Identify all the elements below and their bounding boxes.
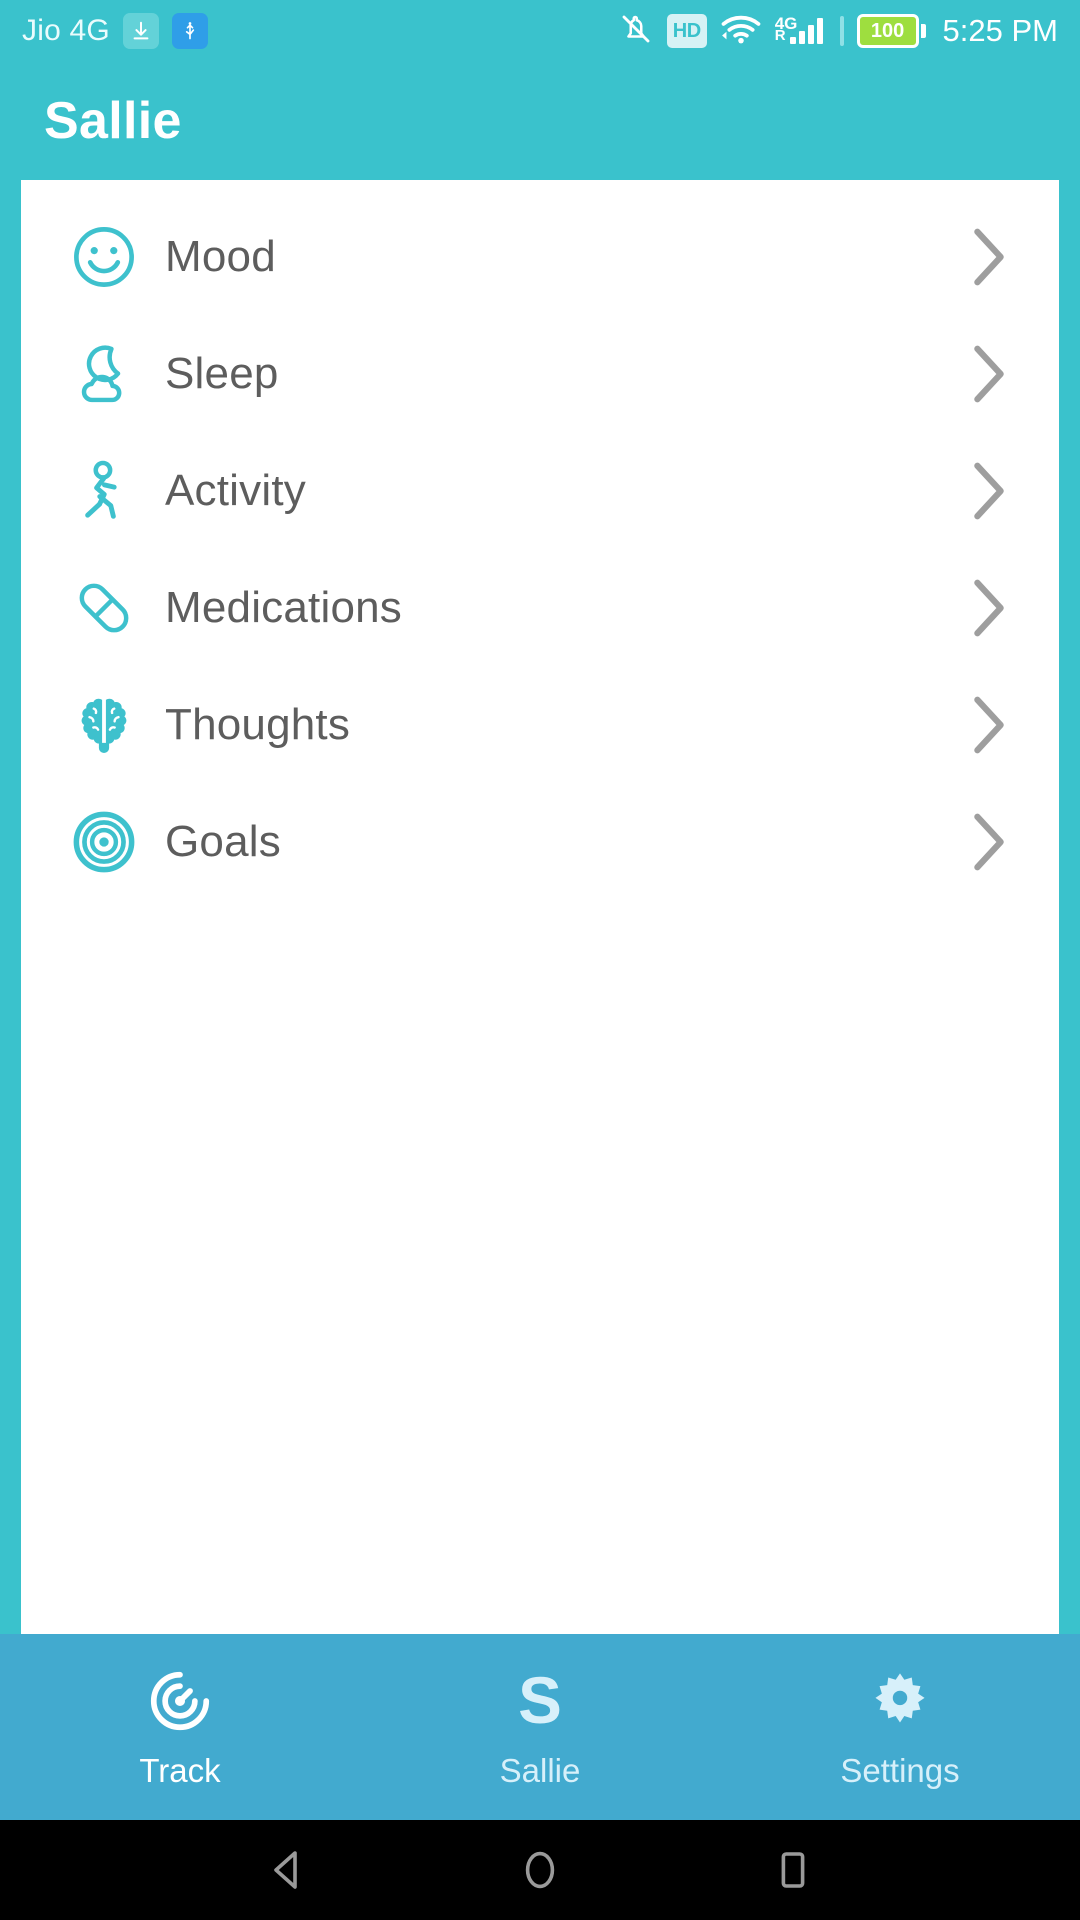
tab-label: Sallie <box>499 1752 581 1789</box>
wifi-icon <box>720 13 762 50</box>
letter-s-icon: S <box>505 1664 575 1738</box>
page-title: Sallie <box>44 92 182 150</box>
running-person-icon <box>65 457 143 525</box>
svg-text:S: S <box>518 1666 562 1736</box>
list-item-activity[interactable]: Activity <box>21 432 1059 549</box>
list-item-label: Thoughts <box>165 699 351 749</box>
app-header: Sallie <box>0 62 1080 180</box>
battery-tip <box>920 24 926 38</box>
status-bar: Jio 4G HD 4G R 100 5:25 PM <box>0 0 1080 62</box>
brain-icon <box>65 691 143 759</box>
pill-capsule-icon <box>65 574 143 642</box>
chevron-right-icon <box>967 341 1011 407</box>
list-item-mood[interactable]: Mood <box>21 198 1059 315</box>
android-navigation-bar <box>0 1820 1080 1920</box>
radar-spiral-icon <box>145 1664 215 1738</box>
clock-label: 5:25 PM <box>942 13 1058 48</box>
list-item-label: Sleep <box>165 348 279 398</box>
status-bar-right: HD 4G R 100 5:25 PM <box>618 11 1058 52</box>
bell-muted-icon <box>618 11 654 52</box>
list-item-medications[interactable]: Medications <box>21 549 1059 666</box>
tab-label: Track <box>139 1752 221 1789</box>
usb-icon <box>171 13 208 49</box>
signal-bars-icon: 4G R <box>775 14 823 44</box>
target-icon <box>65 808 143 876</box>
gear-icon <box>867 1664 933 1738</box>
tracker-list-card: Mood Sleep Activity Medications Thoughts… <box>21 180 1059 1634</box>
network-type-label: 4G <box>774 14 798 33</box>
tab-settings[interactable]: Settings <box>720 1634 1080 1820</box>
moon-cloud-icon <box>65 340 143 408</box>
status-divider <box>839 16 844 46</box>
tab-label: Settings <box>840 1752 960 1789</box>
chevron-right-icon <box>967 458 1011 524</box>
list-item-thoughts[interactable]: Thoughts <box>21 666 1059 783</box>
list-item-sleep[interactable]: Sleep <box>21 315 1059 432</box>
list-item-label: Activity <box>165 465 306 515</box>
battery-indicator: 100 <box>856 14 926 48</box>
chevron-right-icon <box>967 809 1011 875</box>
chevron-right-icon <box>967 575 1011 641</box>
download-icon <box>122 13 159 49</box>
list-item-label: Medications <box>165 582 402 632</box>
chevron-right-icon <box>967 224 1011 290</box>
tab-track[interactable]: Track <box>0 1634 360 1820</box>
battery-level-label: 100 <box>870 19 905 42</box>
recents-square-icon[interactable] <box>748 1820 838 1920</box>
carrier-label: Jio 4G <box>22 14 110 47</box>
list-item-label: Goals <box>165 816 281 866</box>
bottom-tab-bar: Track S Sallie Settings <box>0 1634 1080 1820</box>
content-area: Mood Sleep Activity Medications Thoughts… <box>0 180 1080 1634</box>
list-item-goals[interactable]: Goals <box>21 783 1059 900</box>
list-item-label: Mood <box>165 231 276 281</box>
hd-badge: HD <box>666 14 707 48</box>
home-circle-icon[interactable] <box>495 1820 585 1920</box>
phone-screen: Jio 4G HD 4G R 100 5:25 PM Sallie Mood S… <box>0 0 1080 1920</box>
back-triangle-icon[interactable] <box>242 1820 332 1920</box>
battery-body: 100 <box>856 14 919 48</box>
smiley-face-icon <box>65 223 143 291</box>
status-bar-left: Jio 4G <box>22 13 208 49</box>
chevron-right-icon <box>967 692 1011 758</box>
tab-sallie[interactable]: S Sallie <box>360 1634 720 1820</box>
